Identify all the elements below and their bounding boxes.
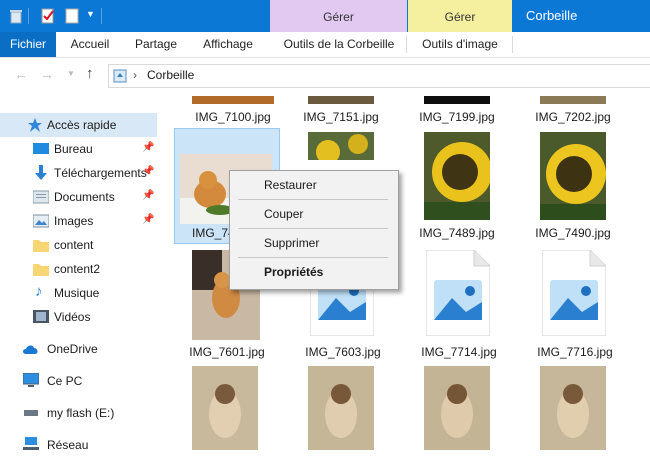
menu-item-properties[interactable]: Propriétés <box>264 265 323 279</box>
tab-share[interactable]: Partage <box>128 32 184 57</box>
file-name[interactable]: IMG_7601.jpg <box>172 345 282 359</box>
recycle-bin-icon[interactable] <box>8 8 24 24</box>
thumbnail-dog-photo[interactable] <box>192 366 258 450</box>
thumbnail-dog-photo[interactable] <box>424 366 490 450</box>
nav-item-music[interactable]: ♪ Musique <box>0 281 157 305</box>
nav-item-desktop[interactable]: Bureau 📌 <box>0 137 157 161</box>
thumbnail-img-sunflower-partial[interactable] <box>308 132 374 160</box>
manage-recycle-bin-tab[interactable]: Gérer <box>270 0 407 32</box>
properties-check-icon[interactable] <box>40 8 56 24</box>
ribbon-divider-2 <box>512 36 513 53</box>
nav-item-documents[interactable]: Documents 📌 <box>0 185 157 209</box>
menu-separator <box>238 228 388 229</box>
menu-item-restore[interactable]: Restaurer <box>264 178 317 192</box>
new-folder-icon[interactable] <box>64 8 80 24</box>
file-name[interactable]: IMG_7489.jpg <box>402 226 512 240</box>
qat-divider-2 <box>101 8 102 24</box>
file-name[interactable]: IMG_7100.jpg <box>178 110 288 124</box>
star-icon <box>28 118 42 132</box>
thumbnail-dog-photo[interactable] <box>540 366 606 450</box>
file-name[interactable]: IMG_7199.jpg <box>402 110 512 124</box>
monitor-icon <box>23 373 39 387</box>
thumbnail-img-7489[interactable] <box>424 132 490 220</box>
pin-icon[interactable]: 📌 <box>142 142 154 153</box>
menu-item-cut[interactable]: Couper <box>264 207 303 221</box>
menu-separator <box>238 199 388 200</box>
thumbnail-dog-photo[interactable] <box>308 366 374 450</box>
thumbnail-img-7490[interactable] <box>540 132 606 220</box>
image-file-icon[interactable] <box>426 250 490 336</box>
back-arrow-icon[interactable]: ← <box>14 66 28 82</box>
thumbnail-img-7151[interactable] <box>308 96 374 104</box>
nav-item-quick-access[interactable]: Accès rapide <box>0 113 157 137</box>
download-arrow-icon <box>35 165 47 180</box>
menu-separator <box>238 257 388 258</box>
image-file-icon[interactable] <box>542 250 606 336</box>
file-name[interactable]: IMG_7490.jpg <box>518 226 628 240</box>
file-name[interactable]: IMG_7716.jpg <box>520 345 630 359</box>
folder-icon <box>33 264 49 276</box>
breadcrumb-chevron-icon: › <box>133 68 137 82</box>
nav-item-this-pc[interactable]: Ce PC <box>0 369 157 393</box>
pin-icon[interactable]: 📌 <box>142 166 154 177</box>
pictures-folder-icon <box>33 214 49 228</box>
nav-item-downloads[interactable]: Téléchargements 📌 <box>0 161 157 185</box>
navigation-pane: Accès rapide Bureau 📌 Téléchargements 📌 … <box>0 104 160 452</box>
tab-picture-tools[interactable]: Outils d'image <box>410 32 510 57</box>
thumbnail-img-7202[interactable] <box>540 96 606 104</box>
file-name[interactable]: IMG_7202.jpg <box>518 110 628 124</box>
pin-icon[interactable]: 📌 <box>142 190 154 201</box>
menu-item-delete[interactable]: Supprimer <box>264 236 319 250</box>
tab-view[interactable]: Affichage <box>196 32 260 57</box>
thumbnail-img-7199[interactable] <box>424 96 490 104</box>
file-name[interactable]: IMG_7714.jpg <box>404 345 514 359</box>
tab-recycle-bin-tools[interactable]: Outils de la Corbeille <box>272 32 406 57</box>
nav-item-usb-drive[interactable]: my flash (E:) <box>0 401 157 425</box>
nav-item-network[interactable]: Réseau <box>0 433 157 457</box>
context-menu: Restaurer Couper Supprimer Propriétés <box>229 170 399 290</box>
nav-item-pictures[interactable]: Images 📌 <box>0 209 157 233</box>
ribbon-divider <box>406 36 407 53</box>
nav-item-onedrive[interactable]: OneDrive <box>0 337 157 361</box>
qat-customize-chevron-icon[interactable]: ▼ <box>86 9 95 19</box>
nav-item-videos[interactable]: Vidéos <box>0 305 157 329</box>
recycle-bin-small-icon <box>113 69 127 83</box>
cloud-icon <box>23 345 38 354</box>
desktop-folder-icon <box>33 143 49 154</box>
video-folder-icon <box>33 310 49 323</box>
nav-item-content2[interactable]: content2 <box>0 257 157 281</box>
address-bar[interactable]: › Corbeille <box>108 64 650 88</box>
tab-home[interactable]: Accueil <box>62 32 118 57</box>
documents-folder-icon <box>33 190 49 204</box>
file-name[interactable]: IMG_7603.jpg <box>288 345 398 359</box>
title-bar: ▼ Gérer Gérer Corbeille <box>0 0 650 32</box>
window-title: Corbeille <box>526 8 578 23</box>
manage-picture-tab[interactable]: Gérer <box>408 0 512 32</box>
thumbnail-img-7100[interactable] <box>192 96 274 104</box>
recent-locations-chevron-icon[interactable]: ▼ <box>67 69 75 78</box>
up-arrow-icon[interactable]: ↑ <box>86 65 94 82</box>
file-name[interactable]: IMG_7151.jpg <box>286 110 396 124</box>
music-note-icon: ♪ <box>35 283 43 300</box>
pin-icon[interactable]: 📌 <box>142 214 154 225</box>
nav-item-content[interactable]: content <box>0 233 157 257</box>
forward-arrow-icon[interactable]: → <box>40 66 54 82</box>
usb-drive-icon <box>24 410 38 416</box>
ribbon-tabs: Fichier Accueil Partage Affichage Outils… <box>0 32 650 58</box>
qat-divider <box>28 8 29 24</box>
address-location[interactable]: Corbeille <box>147 68 194 82</box>
tab-file[interactable]: Fichier <box>0 32 56 57</box>
folder-icon <box>33 240 49 252</box>
